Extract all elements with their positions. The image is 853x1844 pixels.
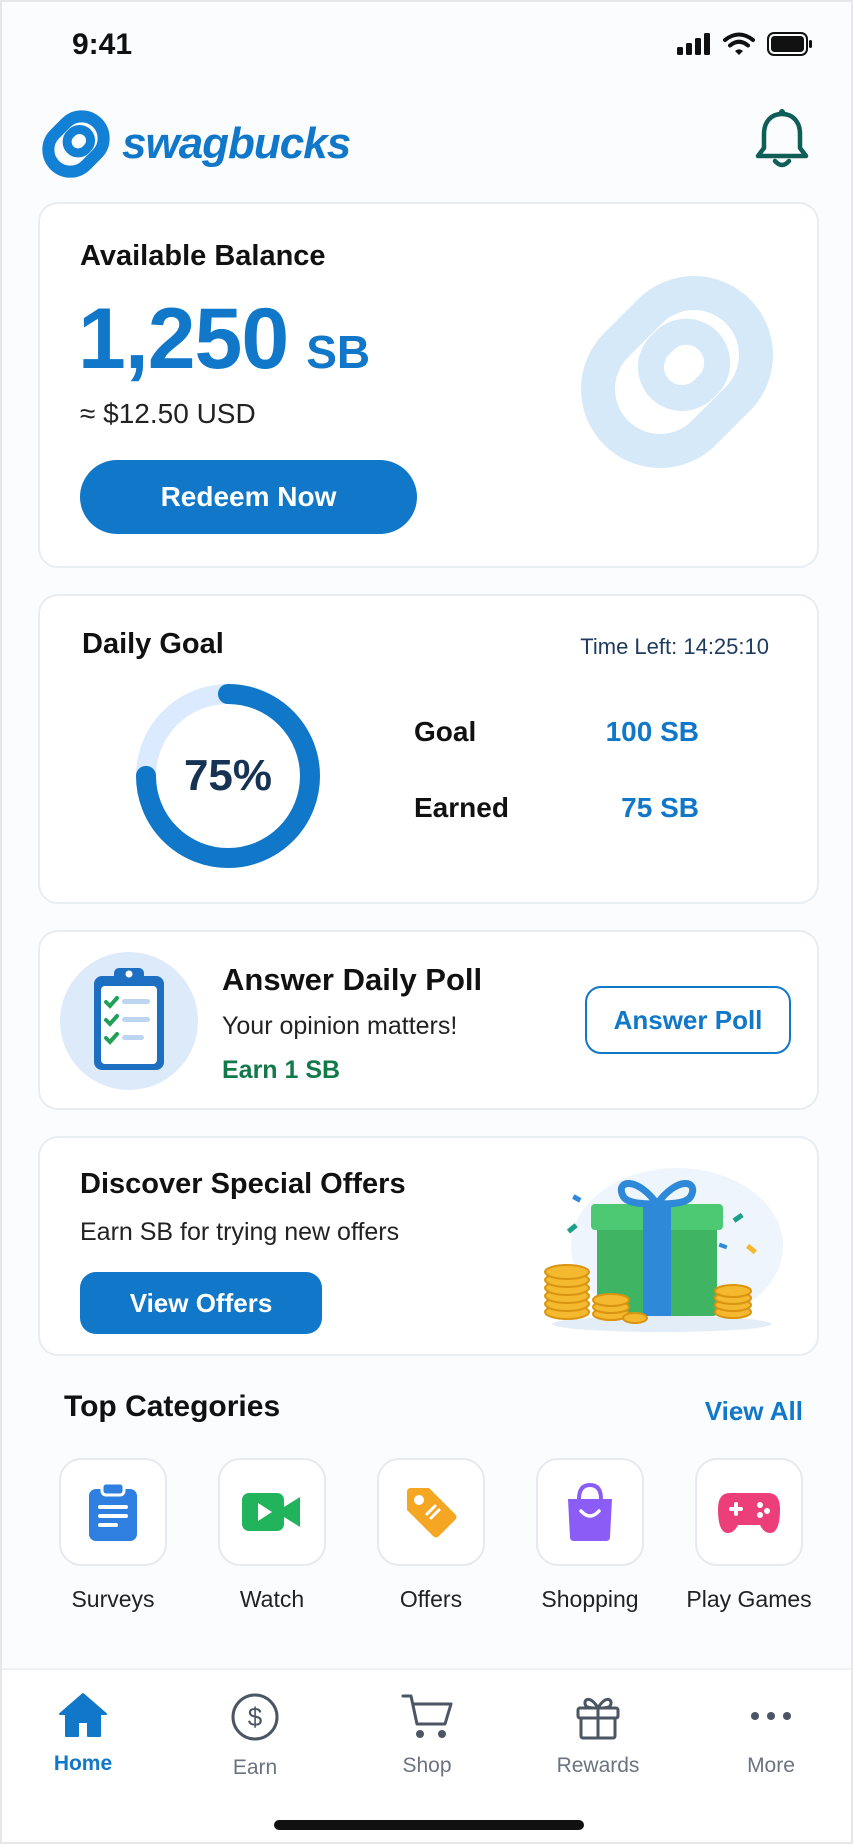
category-tile[interactable] [695, 1458, 803, 1566]
category-tile[interactable] [218, 1458, 326, 1566]
goal-label: Goal [414, 716, 477, 747]
category-label: Surveys [71, 1586, 155, 1612]
goal-value: 100 SB [605, 716, 699, 747]
logo-text: swagbucks [122, 119, 351, 168]
category-label: Watch [239, 1586, 305, 1612]
signal-icon [677, 33, 710, 55]
balance-title: Available Balance [80, 240, 326, 272]
shopping-bag-icon [568, 1482, 612, 1541]
answer-poll-button[interactable]: Answer Poll [585, 986, 791, 1054]
swagbucks-logo-icon [42, 110, 110, 178]
poll-reward: Earn 1 SB [222, 1056, 341, 1084]
clipboard-icon [89, 1481, 137, 1541]
swagbucks-watermark-icon [581, 276, 773, 468]
video-icon [242, 1493, 300, 1531]
offers-subtitle: Earn SB for trying new offers [80, 1218, 400, 1246]
category-surveys[interactable]: Surveys [58, 1458, 168, 1613]
poll-icon-container [60, 952, 198, 1090]
category-tile[interactable] [377, 1458, 485, 1566]
redeem-now-button[interactable]: Redeem Now [80, 460, 417, 534]
status-icons [677, 32, 813, 56]
earned-value: 75 SB [621, 792, 699, 823]
status-time: 9:41 [72, 28, 133, 61]
progress-percent: 75% [183, 751, 273, 800]
tag-icon [407, 1488, 457, 1538]
gift-icon [576, 1698, 620, 1740]
daily-goal-title: Daily Goal [82, 628, 224, 660]
more-icon [751, 1712, 791, 1720]
nav-label: Shop [402, 1754, 452, 1777]
home-indicator[interactable] [274, 1820, 584, 1830]
category-label: Offers [399, 1586, 463, 1612]
categories-title: Top Categories [64, 1390, 281, 1423]
category-offers[interactable]: Offers [376, 1458, 486, 1613]
earned-label: Earned [414, 792, 509, 823]
swagbucks-logo[interactable]: swagbucks [38, 106, 351, 182]
time-left: Time Left: 14:25:10 [580, 634, 769, 659]
category-tile[interactable] [536, 1458, 644, 1566]
offers-title: Discover Special Offers [80, 1168, 406, 1200]
svg-text:$: $ [248, 1702, 263, 1732]
category-watch[interactable]: Watch [217, 1458, 327, 1613]
gift-coins-icon [544, 1168, 783, 1332]
nav-label: Home [53, 1752, 113, 1775]
view-all-link[interactable]: View All [705, 1396, 803, 1427]
category-tile[interactable] [59, 1458, 167, 1566]
categories-row: Surveys Watch Offers Shopping Play Games [58, 1458, 812, 1613]
view-offers-button[interactable]: View Offers [80, 1272, 322, 1334]
poll-subtitle: Your opinion matters! [222, 1012, 458, 1040]
category-play-games[interactable]: Play Games [686, 1458, 812, 1613]
home-icon [59, 1693, 107, 1737]
nav-rewards[interactable]: Rewards [533, 1692, 663, 1778]
wifi-icon [723, 32, 755, 55]
dollar-icon: $ [231, 1693, 279, 1741]
poll-title: Answer Daily Poll [222, 962, 483, 997]
special-offers-card[interactable]: Discover Special Offers Earn SB for tryi… [38, 1136, 819, 1356]
nav-label: More [747, 1754, 795, 1777]
nav-home[interactable]: Home [18, 1692, 148, 1776]
bell-icon [755, 109, 809, 168]
gamepad-icon [718, 1493, 780, 1533]
nav-more[interactable]: More [706, 1692, 836, 1778]
balance-value: 1,250 [78, 291, 289, 387]
status-bar: 9:41 [2, 2, 851, 92]
daily-poll-card[interactable]: Answer Daily Poll Your opinion matters! … [38, 930, 819, 1110]
bottom-navigation: Home $ Earn Shop Rewards More [2, 1668, 851, 1842]
cart-icon [401, 1694, 453, 1738]
balance-unit: SB [306, 326, 371, 378]
balance-card: Available Balance 1,250 SB ≈ $12.50 USD … [38, 202, 819, 568]
balance-amount: 1,250 SB [78, 290, 370, 389]
notification-button[interactable] [753, 108, 811, 177]
app-screen: 9:41 swagbucks Available Balance 1,250 S… [0, 0, 853, 1844]
nav-earn[interactable]: $ Earn [190, 1692, 320, 1780]
nav-shop[interactable]: Shop [362, 1692, 492, 1778]
nav-label: Earn [232, 1756, 278, 1779]
balance-usd-equivalent: ≈ $12.50 USD [80, 398, 256, 429]
app-header: swagbucks [38, 102, 819, 182]
category-label: Shopping [541, 1586, 639, 1612]
daily-goal-card: Daily Goal Time Left: 14:25:10 75% Goal … [38, 594, 819, 904]
category-shopping[interactable]: Shopping [535, 1458, 645, 1613]
checklist-clipboard-icon [94, 968, 164, 1070]
category-label: Play Games [686, 1586, 812, 1612]
nav-label: Rewards [556, 1754, 640, 1777]
battery-icon [767, 32, 812, 56]
